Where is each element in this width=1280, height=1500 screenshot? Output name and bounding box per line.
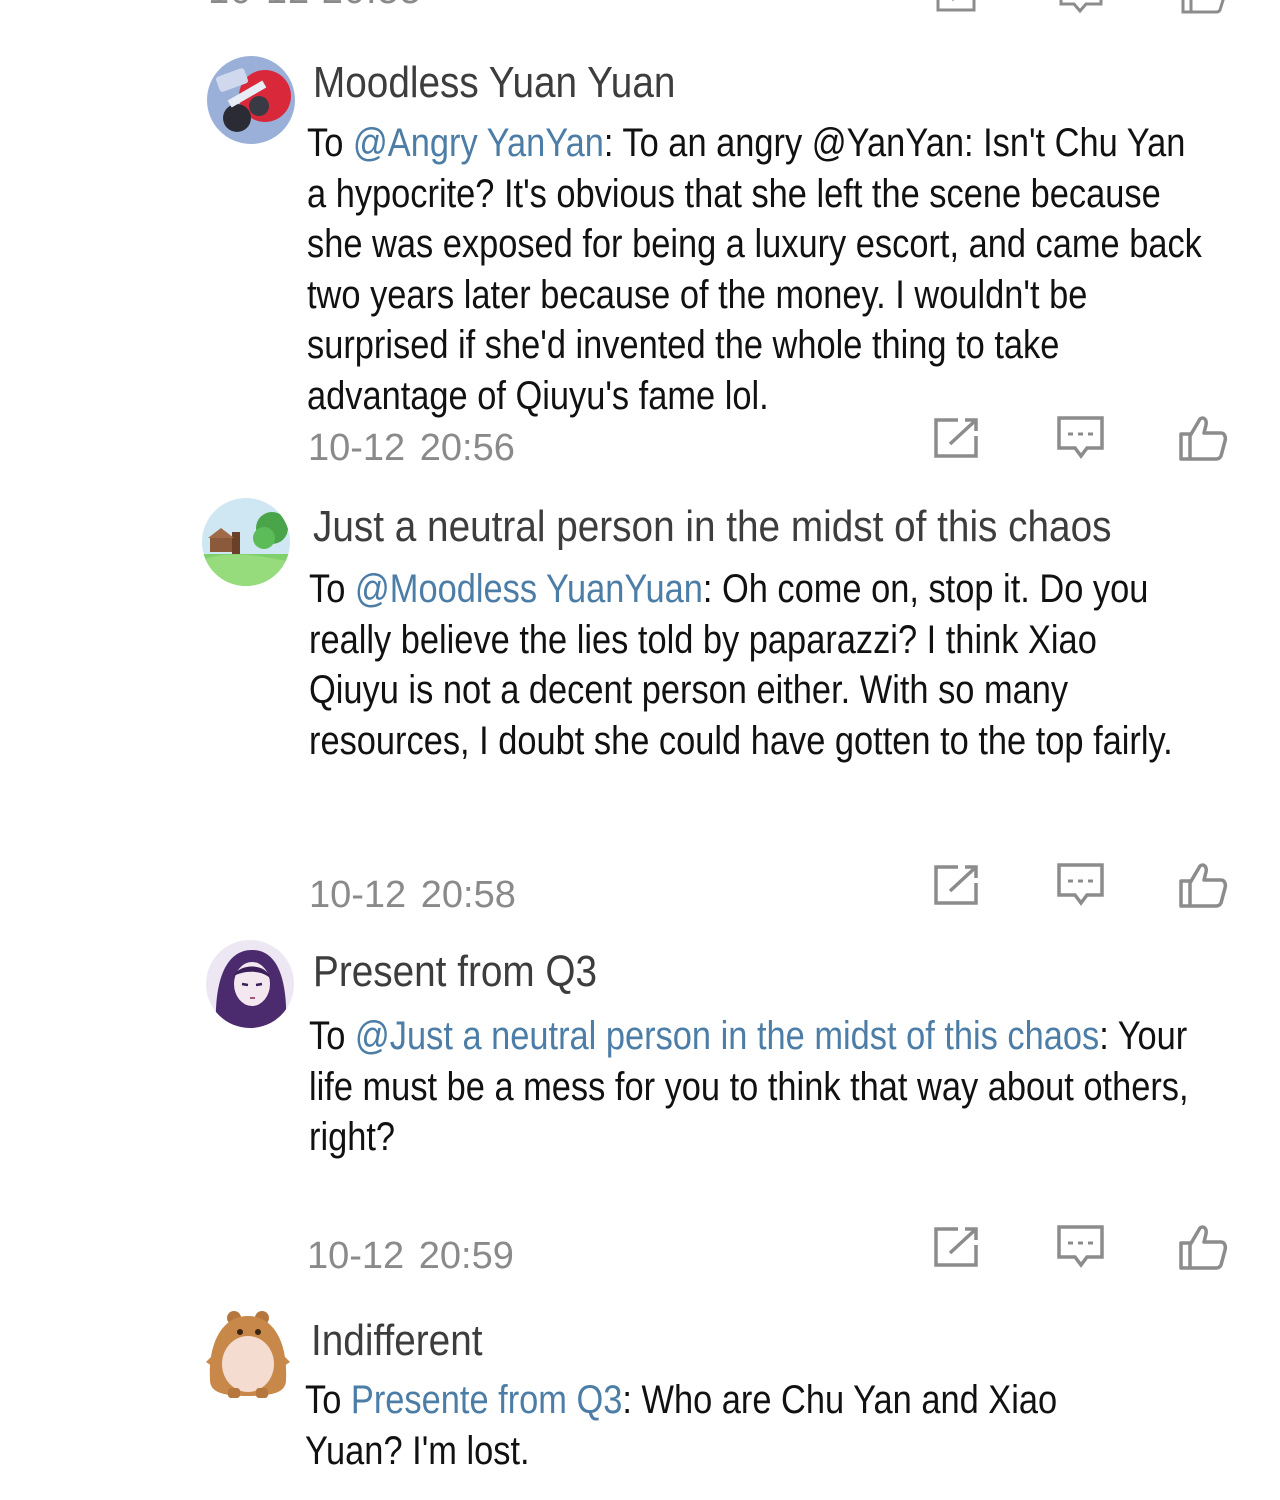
share-icon[interactable] — [932, 861, 982, 909]
avatar[interactable] — [202, 498, 290, 586]
share-icon[interactable] — [934, 0, 980, 14]
avatar[interactable] — [206, 940, 294, 1028]
timestamp: 10-12 20:55 — [208, 0, 422, 13]
reply-prefix: To — [307, 121, 353, 165]
thumbs-up-icon[interactable] — [1180, 0, 1226, 14]
username[interactable]: Moodless Yuan Yuan — [313, 58, 675, 108]
username[interactable]: Present from Q3 — [313, 947, 597, 997]
reply-icon[interactable] — [1058, 0, 1104, 14]
timestamp: 10-12 20:58 — [309, 874, 516, 916]
comment-actions — [930, 1223, 1230, 1271]
mention-link[interactable]: Presente from Q3 — [351, 1378, 622, 1422]
comment-actions — [930, 414, 1230, 462]
reply-prefix: To — [309, 1014, 355, 1058]
username[interactable]: Just a neutral person in the midst of th… — [313, 502, 1111, 552]
comment-text: To Presente from Q3: Who are Chu Yan and… — [305, 1375, 1079, 1476]
thumbs-up-icon[interactable] — [1178, 414, 1228, 462]
share-icon[interactable] — [932, 1223, 982, 1271]
reply-prefix: To — [309, 567, 355, 611]
thumbs-up-icon[interactable] — [1178, 861, 1228, 909]
reply-prefix: To — [305, 1378, 351, 1422]
comment-text: To @Moodless YuanYuan: Oh come on, stop … — [309, 564, 1178, 766]
timestamp: 10-12 20:59 — [307, 1235, 514, 1277]
comment-text: To @Angry YanYan: To an angry @YanYan: I… — [307, 118, 1210, 421]
timestamp: 10-12 20:56 — [308, 427, 515, 469]
avatar[interactable] — [207, 56, 295, 144]
mention-link[interactable]: @Moodless YuanYuan — [355, 567, 703, 611]
reply-icon[interactable] — [1056, 414, 1106, 462]
share-icon[interactable] — [932, 414, 982, 462]
comment-body: : To an angry @YanYan: Isn't Chu Yan a h… — [307, 121, 1202, 418]
avatar[interactable] — [204, 1310, 292, 1398]
previous-comment-footer: 10-12 20:55 — [0, 0, 1280, 20]
thumbs-up-icon[interactable] — [1178, 1223, 1228, 1271]
mention-link[interactable]: @Angry YanYan — [353, 121, 604, 165]
reply-icon[interactable] — [1056, 1223, 1106, 1271]
comment-text: To @Just a neutral person in the midst o… — [309, 1011, 1195, 1163]
comment-actions — [930, 861, 1230, 909]
mention-link[interactable]: @Just a neutral person in the midst of t… — [355, 1014, 1099, 1058]
username[interactable]: Indifferent — [311, 1316, 483, 1366]
reply-icon[interactable] — [1056, 861, 1106, 909]
